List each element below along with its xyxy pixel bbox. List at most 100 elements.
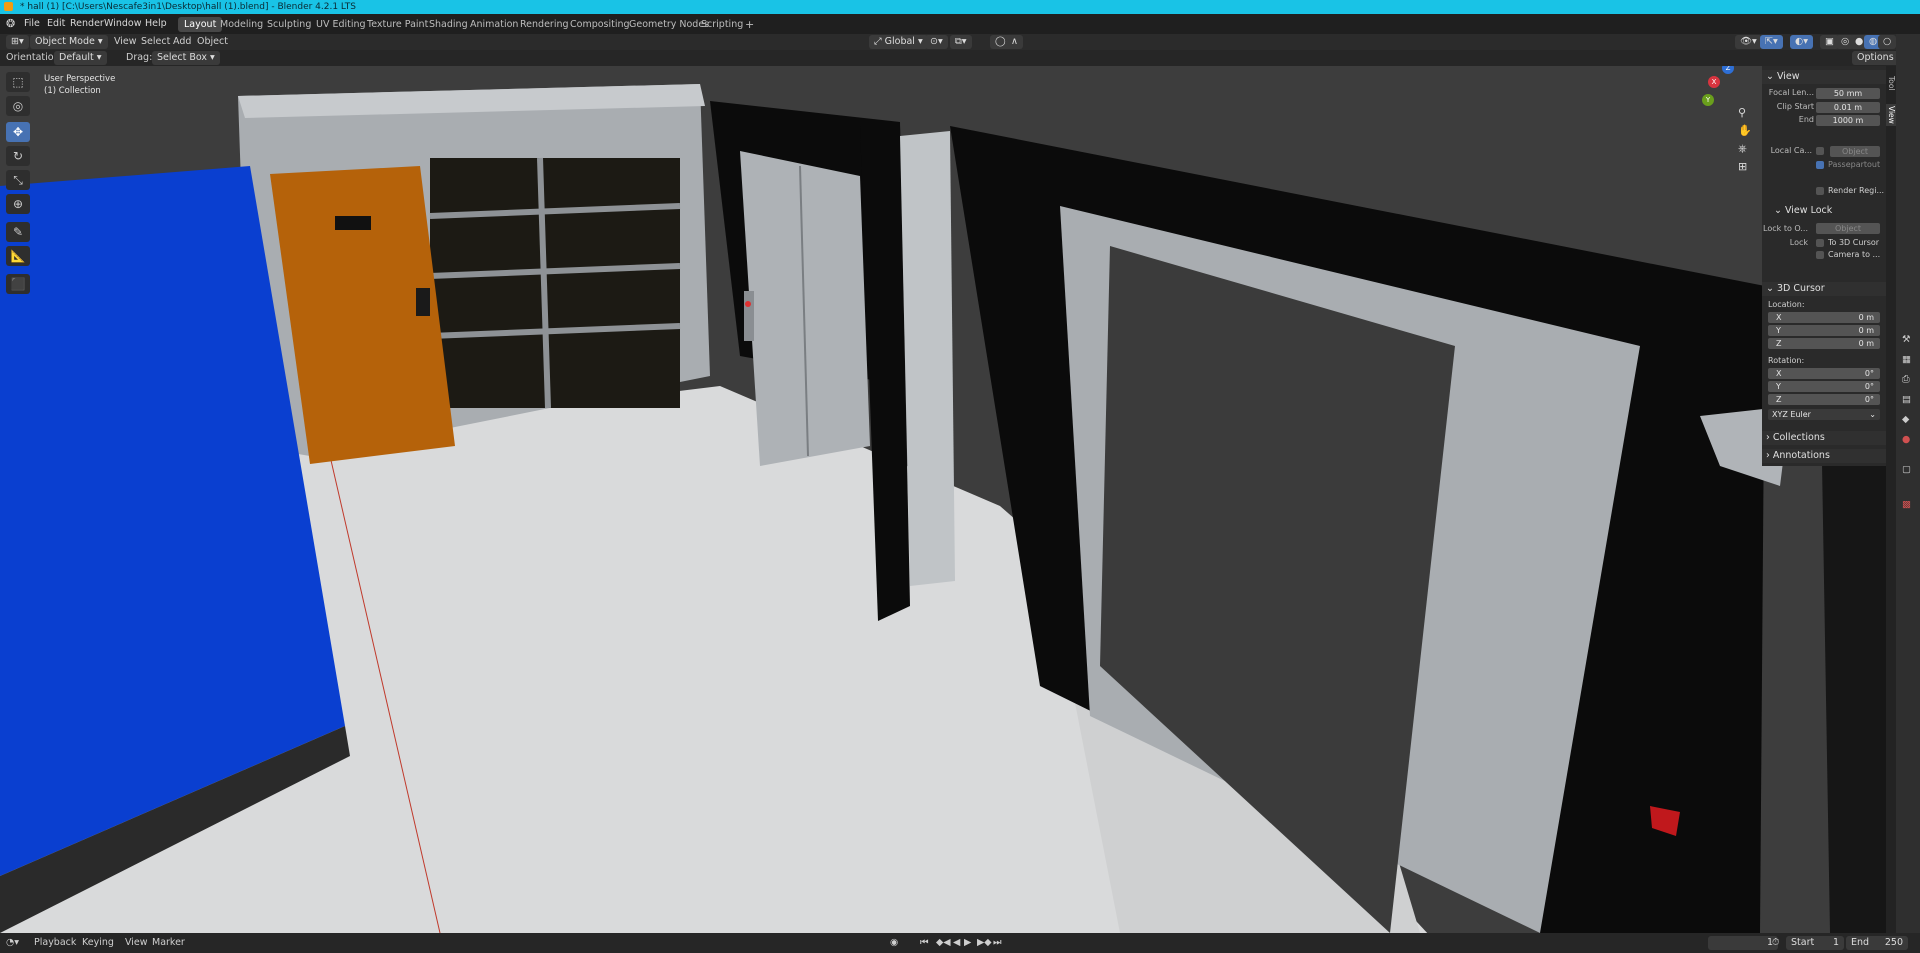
menu-render[interactable]: Render <box>70 17 104 31</box>
jump-start-icon[interactable]: ⏮ <box>920 936 929 950</box>
timeline-menu-keying[interactable]: Keying <box>82 936 114 950</box>
world-properties-icon[interactable]: ● <box>1902 434 1910 445</box>
gizmo-axis-x[interactable]: X <box>1708 76 1720 88</box>
timeline-menu-playback[interactable]: Playback <box>34 936 76 950</box>
start-frame-field[interactable]: Start 1 <box>1786 936 1844 950</box>
axis-label: X <box>1776 369 1782 378</box>
timeline-editor-icon[interactable]: ◔▾ <box>6 936 19 950</box>
3d-viewport[interactable]: User Perspective (1) Collection Z X Y ⚲ … <box>0 66 1894 933</box>
timeline-menu-view[interactable]: View <box>125 936 148 950</box>
blender-logo-icon[interactable]: ❂ <box>6 17 15 31</box>
navigation-gizmo[interactable]: Z X Y <box>1700 66 1760 122</box>
timeline-menu-marker[interactable]: Marker <box>152 936 185 950</box>
view-panel-header[interactable]: ⌄ View <box>1762 70 1886 84</box>
scene-properties-icon[interactable]: ◆ <box>1902 414 1909 425</box>
camera-view-icon[interactable]: ⎈ <box>1738 142 1747 156</box>
cursor-panel-header[interactable]: ⌄ 3D Cursor <box>1762 282 1886 296</box>
cursor-rotation-z[interactable]: Z 0° <box>1768 394 1880 405</box>
sidebar-tab-tool[interactable]: Tool <box>1887 76 1896 91</box>
orientation-dropdown[interactable]: Default ▾ <box>54 51 107 65</box>
gizmo-axis-y[interactable]: Y <box>1702 94 1714 106</box>
menu-window[interactable]: Window <box>104 17 141 31</box>
options-label: Options <box>1857 52 1894 63</box>
view-lock-header[interactable]: ⌄ View Lock <box>1762 204 1886 218</box>
properties-editor-strip: ⚒ ▦ ⎙ ▤ ◆ ● ▢ ▩ <box>1896 34 1920 933</box>
output-properties-icon[interactable]: ⎙ <box>1902 374 1910 385</box>
drag-dropdown[interactable]: Select Box ▾ <box>152 51 220 65</box>
tab-sculpting[interactable]: Sculpting <box>261 17 317 32</box>
editor-type-button[interactable]: ⊞▾ <box>6 35 29 49</box>
header-menu-select[interactable]: Select <box>141 35 170 49</box>
drag-value-label: Select Box <box>157 52 207 63</box>
cursor-location-z[interactable]: Z 0 m <box>1768 338 1880 349</box>
cursor-rotation-y[interactable]: Y 0° <box>1768 381 1880 392</box>
shading-rendered-icon[interactable]: ○ <box>1878 35 1897 49</box>
rotate-icon[interactable]: ↻ <box>6 146 30 166</box>
header-menu-view[interactable]: View <box>114 35 137 49</box>
collections-panel-header[interactable]: › Collections <box>1762 431 1886 445</box>
start-frame-label: Start <box>1791 937 1815 948</box>
play-icon[interactable]: ▶ <box>964 936 971 950</box>
focal-length-field[interactable]: 50 mm <box>1816 88 1880 99</box>
local-camera-checkbox[interactable] <box>1816 147 1824 155</box>
orientation-default-label: Default <box>59 52 94 63</box>
rotation-mode-dropdown[interactable]: XYZ Euler ⌄ <box>1768 409 1880 420</box>
cursor-location-y[interactable]: Y 0 m <box>1768 325 1880 336</box>
falloff-icon[interactable]: ∧ <box>1006 35 1023 49</box>
auto-keying-icon[interactable]: ◉ <box>890 936 898 950</box>
annotations-panel-header[interactable]: › Annotations <box>1762 449 1886 463</box>
passepartout-checkbox[interactable] <box>1816 161 1824 169</box>
object-mode-dropdown[interactable]: Object Mode ▾ <box>30 35 108 49</box>
gizmo-axis-z[interactable]: Z <box>1722 66 1734 74</box>
end-frame-value: 250 <box>1884 937 1903 948</box>
local-camera-field[interactable]: Object <box>1830 146 1880 157</box>
jump-keyframe-back-icon[interactable]: ◆◀ <box>936 936 951 950</box>
tool-properties-icon[interactable]: ⚒ <box>1902 334 1911 345</box>
zoom-icon[interactable]: ⚲ <box>1738 106 1746 119</box>
transform-orientation-dropdown[interactable]: ⤢ Global ▾ <box>869 35 928 49</box>
axis-value: 0° <box>1864 369 1874 378</box>
snap-icon[interactable]: ⧉▾ <box>950 35 972 49</box>
cursor-location-x[interactable]: X 0 m <box>1768 312 1880 323</box>
overlays-icon[interactable]: ◐▾ <box>1790 35 1814 49</box>
cursor-icon[interactable]: ◎ <box>6 96 30 116</box>
chevron-down-icon: ⌄ <box>1766 283 1774 294</box>
render-region-checkbox[interactable] <box>1816 187 1824 195</box>
header-menu-object[interactable]: Object <box>197 35 228 49</box>
play-reverse-icon[interactable]: ◀ <box>953 936 960 950</box>
axis-label: Y <box>1776 326 1781 335</box>
collection-properties-icon[interactable]: ▢ <box>1902 464 1911 475</box>
options-dropdown[interactable]: Options <box>1852 51 1899 65</box>
menu-edit[interactable]: Edit <box>47 17 65 31</box>
transform-icon[interactable]: ⊕ <box>6 194 30 214</box>
move-icon[interactable]: ✥ <box>6 122 30 142</box>
pan-hand-icon[interactable]: ✋ <box>1738 124 1752 137</box>
jump-keyframe-forward-icon[interactable]: ▶◆ <box>977 936 992 950</box>
add-workspace-button[interactable]: + <box>739 17 760 32</box>
visibility-icon[interactable]: 👁▾ <box>1735 35 1762 49</box>
view-layer-icon[interactable]: ▤ <box>1902 394 1911 405</box>
cursor-rotation-x[interactable]: X 0° <box>1768 368 1880 379</box>
lock-to-cursor-checkbox[interactable] <box>1816 239 1824 247</box>
measure-icon[interactable]: 📐 <box>6 246 30 266</box>
lock-to-object-field[interactable]: Object <box>1816 223 1880 234</box>
annotate-icon[interactable]: ✎ <box>6 222 30 242</box>
current-frame-field[interactable]: 1 <box>1708 936 1778 950</box>
texture-properties-icon[interactable]: ▩ <box>1902 499 1911 510</box>
menu-file[interactable]: File <box>24 17 40 31</box>
scale-icon[interactable]: ⤡ <box>6 170 30 190</box>
camera-to-view-checkbox[interactable] <box>1816 251 1824 259</box>
menu-help[interactable]: Help <box>145 17 167 31</box>
ortho-grid-icon[interactable]: ⊞ <box>1738 160 1747 173</box>
clip-end-field[interactable]: 1000 m <box>1816 115 1880 126</box>
clip-start-field[interactable]: 0.01 m <box>1816 102 1880 113</box>
end-frame-field[interactable]: End 250 <box>1846 936 1908 950</box>
preview-range-icon[interactable]: ⏱ <box>1772 936 1779 950</box>
select-box-icon[interactable]: ⬚ <box>6 72 30 92</box>
jump-end-icon[interactable]: ⏭ <box>993 936 1002 950</box>
header-menu-add[interactable]: Add <box>173 35 191 49</box>
pivot-point-icon[interactable]: ⊙▾ <box>925 35 948 49</box>
render-properties-icon[interactable]: ▦ <box>1902 354 1911 365</box>
gizmo-toggle-icon[interactable]: ⇱▾ <box>1760 35 1783 49</box>
add-cube-icon[interactable]: ⬛ <box>6 274 30 294</box>
